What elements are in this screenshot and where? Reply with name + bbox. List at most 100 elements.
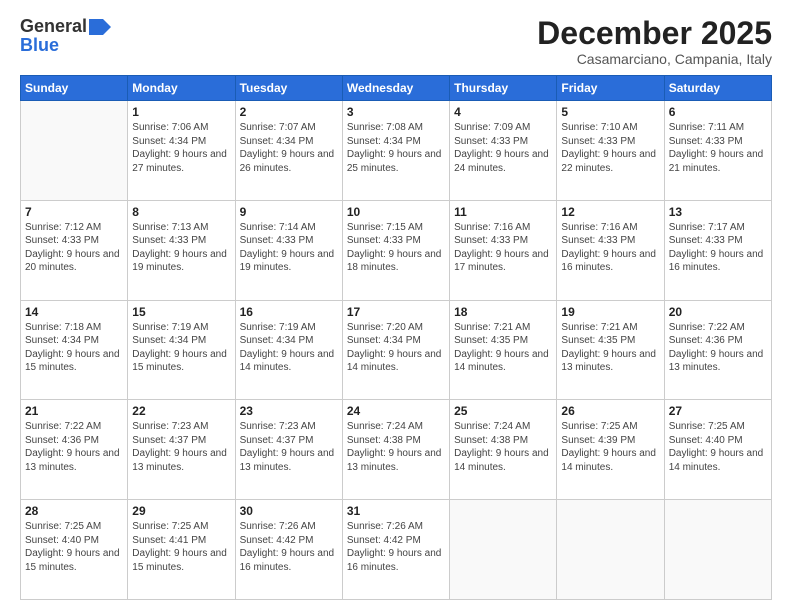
day-cell: 18 Sunrise: 7:21 AMSunset: 4:35 PMDayligh…	[450, 300, 557, 400]
day-number: 6	[669, 105, 767, 119]
day-info: Sunrise: 7:19 AMSunset: 4:34 PMDaylight:…	[132, 321, 230, 375]
day-cell: 17 Sunrise: 7:20 AMSunset: 4:34 PMDayligh…	[342, 300, 449, 400]
day-cell	[664, 500, 771, 600]
day-number: 28	[25, 504, 123, 518]
day-info: Sunrise: 7:21 AMSunset: 4:35 PMDaylight:…	[561, 321, 659, 375]
day-info: Sunrise: 7:18 AMSunset: 4:34 PMDaylight:…	[25, 321, 123, 375]
day-cell: 4 Sunrise: 7:09 AMSunset: 4:33 PMDaylight…	[450, 101, 557, 201]
day-number: 1	[132, 105, 230, 119]
day-cell: 6Sunrise: 7:11 AMSunset: 4:33 PMDaylight…	[664, 101, 771, 201]
week-row-3: 14 Sunrise: 7:18 AMSunset: 4:34 PMDayligh…	[21, 300, 772, 400]
title-area: December 2025 Casamarciano, Campania, It…	[537, 16, 772, 67]
day-number: 24	[347, 404, 445, 418]
day-info: Sunrise: 7:14 AMSunset: 4:33 PMDaylight:…	[240, 221, 338, 275]
day-cell: 11 Sunrise: 7:16 AMSunset: 4:33 PMDayligh…	[450, 200, 557, 300]
day-cell: 7 Sunrise: 7:12 AMSunset: 4:33 PMDaylight…	[21, 200, 128, 300]
day-info: Sunrise: 7:08 AMSunset: 4:34 PMDaylight:…	[347, 121, 445, 175]
day-info: Sunrise: 7:25 AMSunset: 4:41 PMDaylight:…	[132, 520, 230, 574]
day-number: 19	[561, 305, 659, 319]
day-info: Sunrise: 7:25 AMSunset: 4:39 PMDaylight:…	[561, 420, 659, 474]
location: Casamarciano, Campania, Italy	[537, 51, 772, 67]
day-number: 20	[669, 305, 767, 319]
day-number: 4	[454, 105, 552, 119]
day-cell: 23 Sunrise: 7:23 AMSunset: 4:37 PMDayligh…	[235, 400, 342, 500]
day-number: 22	[132, 404, 230, 418]
day-cell: 24 Sunrise: 7:24 AMSunset: 4:38 PMDayligh…	[342, 400, 449, 500]
day-number: 18	[454, 305, 552, 319]
day-info: Sunrise: 7:22 AMSunset: 4:36 PMDaylight:…	[669, 321, 767, 375]
weekday-header-wednesday: Wednesday	[342, 76, 449, 101]
logo: General Blue	[20, 16, 111, 56]
day-info: Sunrise: 7:20 AMSunset: 4:34 PMDaylight:…	[347, 321, 445, 375]
day-cell: 14 Sunrise: 7:18 AMSunset: 4:34 PMDayligh…	[21, 300, 128, 400]
weekday-header-tuesday: Tuesday	[235, 76, 342, 101]
day-info: Sunrise: 7:10 AMSunset: 4:33 PMDaylight:…	[561, 121, 659, 175]
day-cell: 3 Sunrise: 7:08 AMSunset: 4:34 PMDaylight…	[342, 101, 449, 201]
weekday-header-friday: Friday	[557, 76, 664, 101]
day-cell: 8 Sunrise: 7:13 AMSunset: 4:33 PMDaylight…	[128, 200, 235, 300]
day-number: 8	[132, 205, 230, 219]
day-cell: 27 Sunrise: 7:25 AMSunset: 4:40 PMDayligh…	[664, 400, 771, 500]
day-cell: 2Sunrise: 7:07 AMSunset: 4:34 PMDaylight…	[235, 101, 342, 201]
day-number: 21	[25, 404, 123, 418]
week-row-4: 21Sunrise: 7:22 AMSunset: 4:36 PMDayligh…	[21, 400, 772, 500]
day-info: Sunrise: 7:21 AMSunset: 4:35 PMDaylight:…	[454, 321, 552, 375]
day-cell: 13 Sunrise: 7:17 AMSunset: 4:33 PMDayligh…	[664, 200, 771, 300]
weekday-header-monday: Monday	[128, 76, 235, 101]
day-number: 27	[669, 404, 767, 418]
week-row-1: 1 Sunrise: 7:06 AMSunset: 4:34 PMDaylight…	[21, 101, 772, 201]
day-number: 9	[240, 205, 338, 219]
day-info: Sunrise: 7:16 AMSunset: 4:33 PMDaylight:…	[561, 221, 659, 275]
month-title: December 2025	[537, 16, 772, 51]
logo-arrow-icon	[89, 19, 111, 35]
day-cell: 19 Sunrise: 7:21 AMSunset: 4:35 PMDayligh…	[557, 300, 664, 400]
weekday-header-thursday: Thursday	[450, 76, 557, 101]
day-number: 7	[25, 205, 123, 219]
page: General Blue December 2025 Casamarciano,…	[0, 0, 792, 612]
day-number: 13	[669, 205, 767, 219]
day-cell: 16Sunrise: 7:19 AMSunset: 4:34 PMDayligh…	[235, 300, 342, 400]
day-info: Sunrise: 7:26 AMSunset: 4:42 PMDaylight:…	[240, 520, 338, 574]
day-number: 30	[240, 504, 338, 518]
day-cell: 28Sunrise: 7:25 AMSunset: 4:40 PMDayligh…	[21, 500, 128, 600]
day-cell: 22 Sunrise: 7:23 AMSunset: 4:37 PMDayligh…	[128, 400, 235, 500]
day-number: 15	[132, 305, 230, 319]
day-cell: 12 Sunrise: 7:16 AMSunset: 4:33 PMDayligh…	[557, 200, 664, 300]
day-number: 23	[240, 404, 338, 418]
day-number: 16	[240, 305, 338, 319]
day-info: Sunrise: 7:17 AMSunset: 4:33 PMDaylight:…	[669, 221, 767, 275]
day-info: Sunrise: 7:12 AMSunset: 4:33 PMDaylight:…	[25, 221, 123, 275]
day-info: Sunrise: 7:13 AMSunset: 4:33 PMDaylight:…	[132, 221, 230, 275]
header: General Blue December 2025 Casamarciano,…	[20, 16, 772, 67]
day-info: Sunrise: 7:09 AMSunset: 4:33 PMDaylight:…	[454, 121, 552, 175]
day-info: Sunrise: 7:24 AMSunset: 4:38 PMDaylight:…	[454, 420, 552, 474]
weekday-header-saturday: Saturday	[664, 76, 771, 101]
day-number: 17	[347, 305, 445, 319]
day-cell: 9 Sunrise: 7:14 AMSunset: 4:33 PMDaylight…	[235, 200, 342, 300]
day-number: 11	[454, 205, 552, 219]
logo-blue: Blue	[20, 35, 59, 56]
day-info: Sunrise: 7:23 AMSunset: 4:37 PMDaylight:…	[132, 420, 230, 474]
day-info: Sunrise: 7:24 AMSunset: 4:38 PMDaylight:…	[347, 420, 445, 474]
weekday-header-row: SundayMondayTuesdayWednesdayThursdayFrid…	[21, 76, 772, 101]
day-info: Sunrise: 7:06 AMSunset: 4:34 PMDaylight:…	[132, 121, 230, 175]
day-cell: 31Sunrise: 7:26 AMSunset: 4:42 PMDayligh…	[342, 500, 449, 600]
day-info: Sunrise: 7:16 AMSunset: 4:33 PMDaylight:…	[454, 221, 552, 275]
weekday-header-sunday: Sunday	[21, 76, 128, 101]
day-cell: 26Sunrise: 7:25 AMSunset: 4:39 PMDayligh…	[557, 400, 664, 500]
day-number: 25	[454, 404, 552, 418]
day-cell: 1 Sunrise: 7:06 AMSunset: 4:34 PMDaylight…	[128, 101, 235, 201]
day-number: 3	[347, 105, 445, 119]
day-cell: 25 Sunrise: 7:24 AMSunset: 4:38 PMDayligh…	[450, 400, 557, 500]
day-cell: 21Sunrise: 7:22 AMSunset: 4:36 PMDayligh…	[21, 400, 128, 500]
day-info: Sunrise: 7:15 AMSunset: 4:33 PMDaylight:…	[347, 221, 445, 275]
day-number: 12	[561, 205, 659, 219]
day-info: Sunrise: 7:25 AMSunset: 4:40 PMDaylight:…	[669, 420, 767, 474]
day-info: Sunrise: 7:23 AMSunset: 4:37 PMDaylight:…	[240, 420, 338, 474]
day-cell: 15 Sunrise: 7:19 AMSunset: 4:34 PMDayligh…	[128, 300, 235, 400]
week-row-5: 28Sunrise: 7:25 AMSunset: 4:40 PMDayligh…	[21, 500, 772, 600]
day-number: 31	[347, 504, 445, 518]
day-number: 14	[25, 305, 123, 319]
day-cell: 29Sunrise: 7:25 AMSunset: 4:41 PMDayligh…	[128, 500, 235, 600]
calendar-table: SundayMondayTuesdayWednesdayThursdayFrid…	[20, 75, 772, 600]
